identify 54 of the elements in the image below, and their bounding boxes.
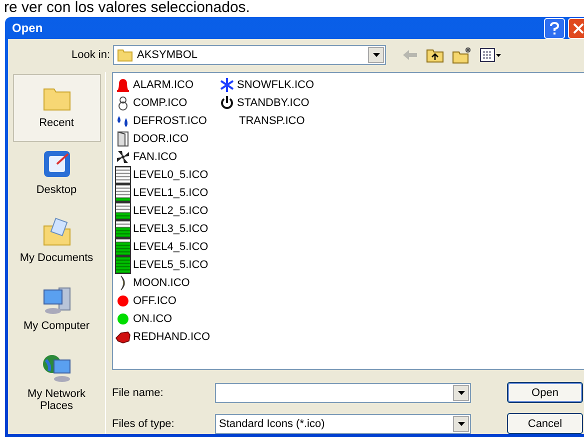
power-icon (219, 95, 235, 111)
places-item[interactable]: My Documents (12, 210, 100, 278)
new-folder-icon[interactable] (452, 46, 472, 64)
file-item[interactable]: LEVEL3_5.ICO (133, 223, 208, 235)
file-item[interactable]: LEVEL5_5.ICO (133, 259, 208, 271)
file-type-dropdown[interactable]: Standard Icons (*.ico) (215, 414, 471, 434)
file-item[interactable]: DOOR.ICO (133, 133, 189, 145)
look-in-dropdown[interactable]: AKSYMBOL (113, 45, 386, 65)
file-item[interactable]: LEVEL2_5.ICO (133, 205, 208, 217)
door-icon (115, 131, 131, 147)
help-button[interactable] (544, 18, 565, 38)
places-item[interactable]: Recent (12, 74, 100, 142)
caret-icon (458, 390, 464, 394)
file-item[interactable]: FAN.ICO (133, 151, 178, 163)
network-globe-icon (40, 352, 72, 384)
file-name-field[interactable] (215, 382, 471, 402)
file-item[interactable]: ALARM.ICO (133, 79, 194, 91)
file-item[interactable]: REDHAND.ICO (133, 331, 210, 343)
places-item[interactable]: My Computer (12, 278, 100, 346)
file-item[interactable]: LEVEL1_5.ICO (133, 187, 208, 199)
folder-icon (117, 48, 133, 62)
open-button[interactable]: Open (507, 382, 583, 403)
dropdown-button[interactable] (368, 47, 384, 63)
file-item[interactable]: LEVEL0_5.ICO (133, 169, 208, 181)
caption-text: re ver con los valores seleccionados. (3, 0, 251, 17)
file-item[interactable]: LEVEL4_5.ICO (133, 241, 208, 253)
files-of-type-label: Files of type: (112, 418, 176, 430)
question-mark-icon (550, 22, 559, 34)
fan-icon (115, 149, 131, 165)
file-name-label: File name: (112, 386, 164, 398)
places-item[interactable]: My Network Places (12, 346, 100, 414)
file-item[interactable]: STANDBY.ICO (237, 97, 310, 109)
bell-icon (115, 77, 131, 93)
cancel-button[interactable]: Cancel (507, 413, 583, 434)
file-item[interactable]: OFF.ICO (133, 295, 176, 307)
close-button[interactable] (568, 18, 584, 38)
file-item[interactable]: SNOWFLK.ICO (237, 79, 314, 91)
file-item[interactable]: COMP.ICO (133, 97, 188, 109)
dropdown-button[interactable] (453, 384, 469, 400)
snowflake-icon (219, 77, 235, 93)
file-item[interactable]: TRANSP.ICO (239, 115, 305, 127)
file-item[interactable]: DEFROST.ICO (133, 115, 207, 127)
look-in-label: Look in: (70, 49, 111, 61)
view-menu-icon[interactable] (480, 48, 502, 62)
up-folder-icon[interactable] (426, 47, 444, 63)
file-item[interactable]: MOON.ICO (133, 277, 190, 289)
documents-folder-icon (40, 216, 72, 248)
file-item[interactable]: ON.ICO (133, 313, 172, 325)
caret-icon (372, 53, 380, 57)
close-icon (573, 22, 584, 34)
places-item[interactable]: Desktop (12, 142, 100, 210)
window-title: Open (12, 21, 44, 35)
dropdown-button[interactable] (453, 416, 469, 432)
caret-icon (458, 422, 464, 426)
